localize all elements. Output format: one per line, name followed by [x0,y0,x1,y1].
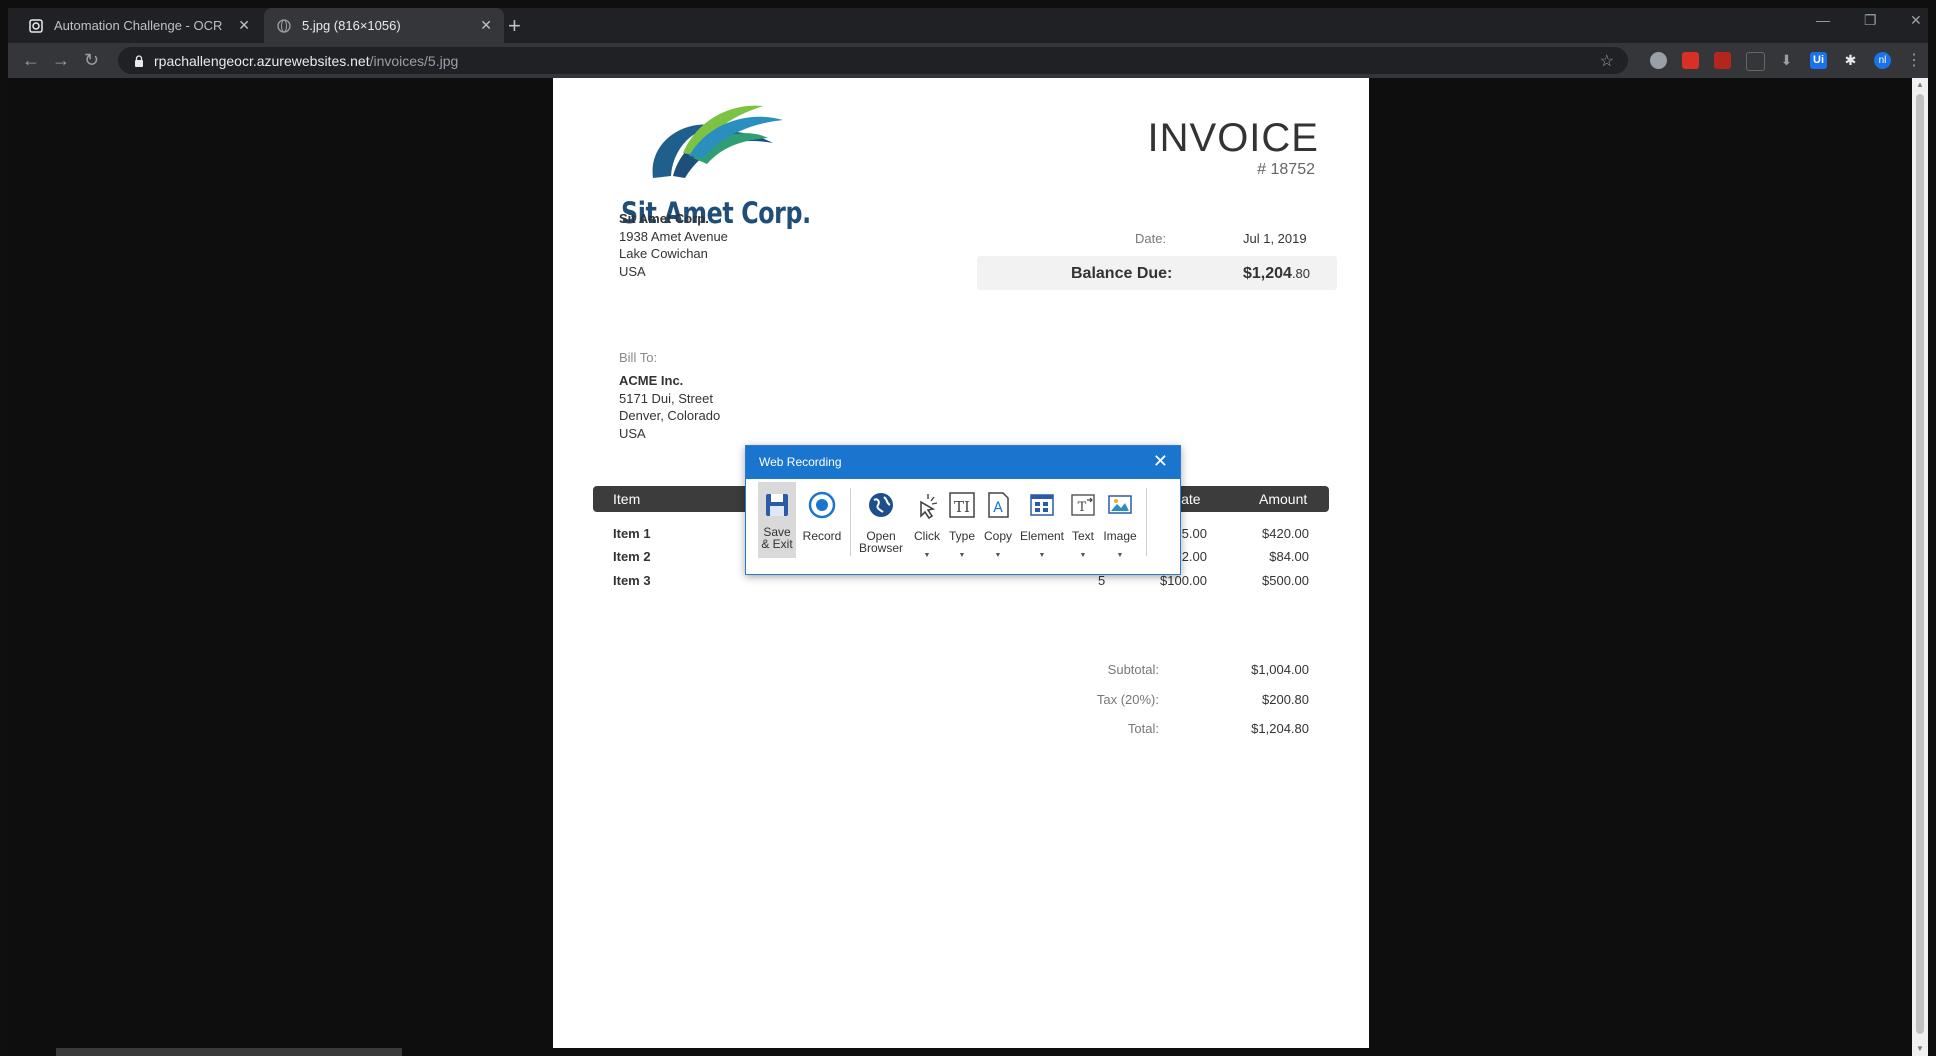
forward-arrow-icon[interactable]: → [52,50,70,71]
reload-icon[interactable]: ↻ [84,50,99,71]
address-bar[interactable]: rpachallengeocr.azurewebsites.net/invoic… [118,47,1628,74]
toolbar-separator [850,488,851,556]
download-ext-icon[interactable]: ⬇ [1778,52,1795,69]
save-exit-button[interactable]: Save & Exit [758,482,796,558]
date-value: Jul 1, 2019 [1243,231,1307,246]
element-icon [1030,494,1054,516]
ui-ext-icon[interactable]: Ui [1810,52,1827,69]
save-icon [766,494,788,516]
type-icon: TI [949,492,975,518]
chevron-down-icon[interactable]: ▼ [1100,552,1140,559]
balance-due-value: $1,204.80 [1243,265,1311,282]
bookmark-star-icon[interactable]: ☆ [1600,51,1614,71]
tax-label: Tax (20%): [1096,692,1159,707]
browser-menu-icon[interactable]: ⋮ [1906,50,1922,70]
minimize-icon[interactable]: — [1816,12,1830,28]
type-button[interactable]: TI Type ▼ [946,482,978,559]
element-button[interactable]: Element ▼ [1018,482,1066,559]
toolbar-separator [1146,488,1147,556]
lock-icon [135,54,143,67]
globe-favicon-icon [276,18,292,34]
record-button[interactable]: Record [800,482,844,558]
tab-label: Automation Challenge - OCR [54,18,223,33]
image-button[interactable]: Image ▼ [1100,482,1140,559]
chevron-down-icon[interactable]: ▼ [946,552,978,559]
invoice-title: INVOICE [1147,116,1319,160]
browser-toolbar: ← → ↻ rpachallengeocr.azurewebsites.net /… [8,43,1928,78]
image-icon [1108,495,1132,514]
svg-text:TI: TI [954,498,970,516]
close-tab-icon[interactable]: ✕ [238,17,250,34]
click-icon [920,494,938,520]
url-path: /invoices/5.jpg [369,52,459,69]
table-row: Item 3 5 $100.00 $500.00 [613,573,1309,588]
text-button[interactable]: T Text ▼ [1068,482,1098,559]
svg-text:T: T [1078,500,1087,515]
chevron-down-icon[interactable]: ▼ [980,552,1016,559]
copy-icon: A [988,492,1009,518]
recorder-titlebar[interactable]: Web Recording ✕ [746,446,1180,479]
text-icon: T [1071,494,1095,516]
puzzle-icon[interactable]: ✱ [1842,52,1859,69]
circle-ext-icon[interactable] [1650,52,1667,69]
total-value: $1,204.80 [1251,721,1309,736]
copy-button[interactable]: A Copy ▼ [980,482,1016,559]
window-close-icon[interactable]: ✕ [1910,12,1922,29]
invoice-number: # 18752 [1257,161,1315,178]
url-host: rpachallengeocr.azurewebsites.net [154,52,370,69]
tab-label: 5.jpg (816×1056) [302,18,401,33]
horizontal-scrollbar[interactable] [56,1048,402,1056]
profile-avatar[interactable]: nl [1874,52,1891,69]
new-tab-plus-icon[interactable]: + [508,13,521,39]
total-label: Total: [1127,721,1159,736]
open-browser-button[interactable]: Open Browser [856,482,906,558]
balance-due-box: Balance Due: $1,204.80 [977,256,1337,290]
tab-strip: Automation Challenge - OCR ✕ 5.jpg (816×… [8,8,1928,43]
close-icon[interactable]: ✕ [1153,451,1168,472]
balance-due-label: Balance Due: [1071,265,1173,282]
tab-automation-challenge[interactable]: Automation Challenge - OCR ✕ [16,8,262,43]
chevron-down-icon[interactable]: ▼ [910,552,944,559]
date-label: Date: [1135,231,1167,246]
bill-to-label: Bill To: [619,350,658,365]
web-recording-panel: Web Recording ✕ Save & Exit Record Open … [745,445,1181,575]
globe-icon [869,493,893,517]
scroll-up-icon[interactable]: ▲ [1916,80,1924,89]
bill-to-address: ACME Inc. 5171 Dui, Street Denver, Color… [619,373,721,441]
header-amount: Amount [1259,491,1308,507]
click-button[interactable]: Click ▼ [910,482,944,559]
subtotal-value: $1,004.00 [1251,662,1309,677]
svg-text:A: A [993,500,1003,516]
record-icon [808,491,836,519]
tax-value: $200.80 [1262,692,1309,707]
restore-icon[interactable]: ❐ [1864,12,1877,29]
scroll-down-icon[interactable]: ▼ [1916,1044,1924,1053]
subtotal-label: Subtotal: [1107,662,1159,677]
pdf-ext-icon[interactable] [1714,52,1731,69]
company-logo-icon [652,105,783,178]
close-tab-icon[interactable]: ✕ [480,17,492,34]
scrollbar-thumb[interactable] [1916,94,1924,1034]
link-ext-icon[interactable] [1746,52,1765,71]
header-item: Item [613,491,641,507]
recorder-title: Web Recording [759,455,842,469]
back-arrow-icon[interactable]: ← [22,50,40,71]
tab-5-jpg[interactable]: 5.jpg (816×1056) ✕ [264,8,504,43]
from-address: Sit Amet Corp. 1938 Amet Avenue Lake Cow… [619,211,728,279]
chevron-down-icon[interactable]: ▼ [1068,552,1098,559]
m-ext-icon[interactable] [1682,52,1699,69]
chevron-down-icon[interactable]: ▼ [1018,552,1066,559]
vertical-scrollbar[interactable]: ▲ ▼ [1912,78,1928,1056]
uipath-favicon-icon [28,18,44,34]
